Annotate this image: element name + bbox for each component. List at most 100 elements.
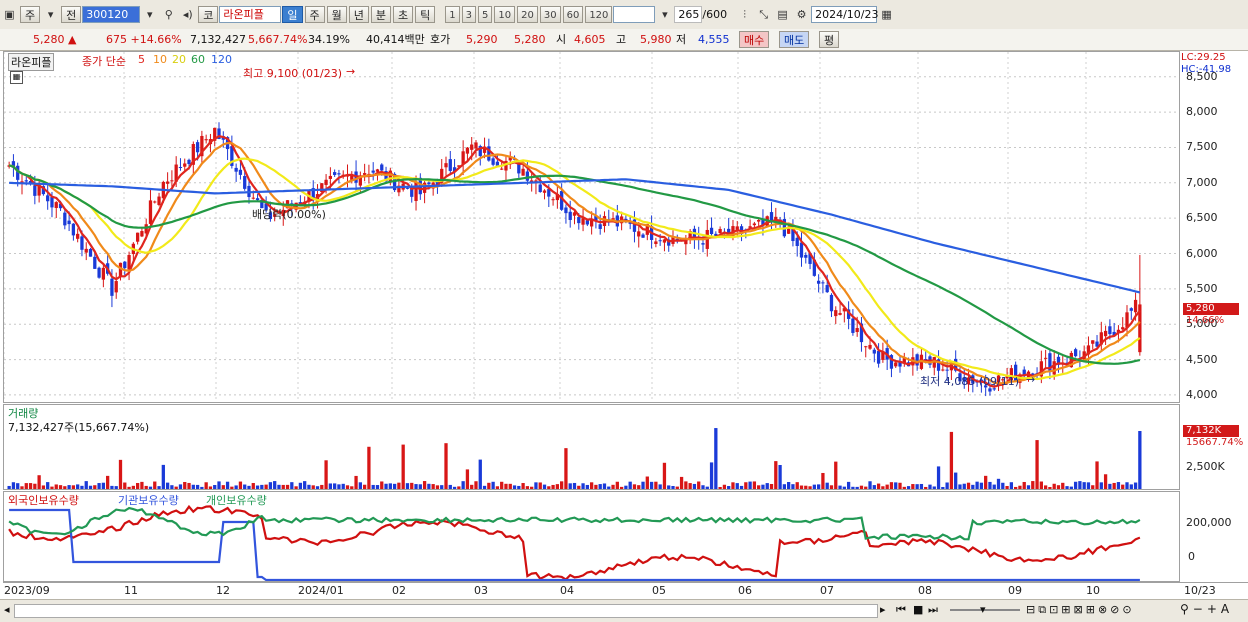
stock-name-field[interactable]: 라온피플 bbox=[219, 6, 282, 23]
volume-bar bbox=[816, 484, 821, 489]
volume-bar bbox=[470, 484, 474, 489]
candle-body bbox=[170, 180, 174, 182]
interval-year[interactable]: 년 bbox=[348, 6, 369, 23]
buy-button[interactable]: 매수 bbox=[739, 31, 770, 48]
step-120[interactable]: 120 bbox=[585, 6, 613, 23]
layout-icon[interactable]: ▣ bbox=[1, 6, 18, 23]
volume-bar bbox=[101, 482, 106, 489]
step-1[interactable]: 1 bbox=[445, 6, 460, 23]
candle-body bbox=[255, 198, 260, 201]
interval-second[interactable]: 초 bbox=[393, 6, 414, 23]
volume-bar bbox=[414, 484, 418, 489]
candle-body bbox=[84, 248, 88, 253]
scroll-track[interactable] bbox=[14, 604, 878, 618]
volume-bar bbox=[846, 481, 851, 489]
step-10[interactable]: 10 bbox=[494, 6, 516, 23]
ma5-legend: 5 bbox=[138, 53, 145, 66]
candle-body bbox=[371, 170, 375, 173]
market-button[interactable]: 코 bbox=[198, 6, 219, 23]
volume-bar bbox=[110, 485, 114, 489]
draw-tool-icon[interactable]: ⤡ bbox=[755, 6, 772, 23]
event-label: 배당락(0.00%) bbox=[252, 208, 326, 221]
candle-body bbox=[577, 217, 581, 224]
volume-bar bbox=[50, 486, 54, 489]
candle-body bbox=[521, 168, 525, 176]
price-chart[interactable] bbox=[4, 52, 1179, 402]
step-30[interactable]: 30 bbox=[539, 6, 561, 23]
volume-bar bbox=[290, 482, 294, 489]
bottom-scrollbar[interactable]: ◂ ▸ ⏮ ■ ⏭ ▾ ⊟⧉⊡⊞⊠⊞⊗⊘⊙ ⚲−+A bbox=[0, 599, 1248, 622]
candle-icon[interactable]: ⫶ bbox=[736, 6, 753, 23]
table-icon[interactable]: ▦ bbox=[10, 71, 23, 84]
sell-button[interactable]: 매도 bbox=[779, 31, 810, 48]
volume-bar bbox=[230, 486, 234, 489]
volume-chart[interactable] bbox=[4, 405, 1179, 489]
drawing-tools-icon[interactable]: ⊟⧉⊡⊞⊠⊞⊗⊘⊙ bbox=[1026, 603, 1135, 617]
candle-body bbox=[178, 166, 183, 168]
volume-bar bbox=[752, 481, 757, 489]
date-label: 02 bbox=[392, 584, 406, 597]
candle-body bbox=[542, 190, 547, 193]
interval-day[interactable]: 일 bbox=[282, 6, 303, 23]
interval-tick[interactable]: 틱 bbox=[415, 6, 436, 23]
custom-step-input[interactable] bbox=[613, 6, 656, 23]
volume-bar bbox=[1018, 485, 1022, 489]
fast-forward-icon[interactable]: ⏭ bbox=[928, 603, 938, 617]
volume-bar bbox=[547, 486, 551, 489]
candle-body bbox=[1052, 361, 1056, 375]
volume-bar bbox=[534, 482, 538, 489]
candle-body bbox=[585, 220, 589, 225]
volume-bar bbox=[876, 483, 881, 489]
volume-bar bbox=[799, 485, 804, 489]
volume-bar bbox=[932, 486, 936, 489]
volume-bar bbox=[247, 485, 251, 489]
volume-bar bbox=[178, 484, 183, 489]
speaker-icon[interactable]: ◂) bbox=[179, 6, 196, 23]
date-label: 11 bbox=[124, 584, 138, 597]
save-icon[interactable]: ▤ bbox=[774, 6, 791, 23]
date-input[interactable]: 2024/10/23 bbox=[811, 6, 879, 23]
holding-chart[interactable] bbox=[4, 492, 1179, 581]
candle-body bbox=[662, 239, 667, 243]
period-type-select[interactable]: 주 bbox=[20, 6, 41, 23]
volume-info: 7,132,427주(15,667.74%) bbox=[8, 421, 150, 434]
volume-bar bbox=[842, 486, 846, 489]
count-input[interactable]: 265 bbox=[674, 6, 703, 23]
candle-body bbox=[598, 224, 602, 229]
rewind-icon[interactable]: ⏮ bbox=[896, 603, 906, 617]
volume-bar bbox=[624, 485, 628, 489]
interval-month[interactable]: 월 bbox=[326, 6, 347, 23]
volume-bar bbox=[958, 484, 962, 489]
gear-icon[interactable]: ⚙ bbox=[793, 6, 810, 23]
scroll-right-icon[interactable]: ▸ bbox=[880, 603, 886, 616]
chevron-down-icon[interactable]: ▾ bbox=[42, 6, 59, 23]
zoom-handle-icon[interactable]: ▾ bbox=[980, 603, 986, 616]
dropdown-icon[interactable]: ▾ bbox=[141, 6, 158, 23]
step-60[interactable]: 60 bbox=[562, 6, 584, 23]
volume-bar bbox=[714, 428, 718, 489]
volume-bar bbox=[984, 475, 988, 489]
prev-button[interactable]: 전 bbox=[61, 6, 82, 23]
calendar-icon[interactable]: ▦ bbox=[878, 6, 895, 23]
step-5[interactable]: 5 bbox=[478, 6, 493, 23]
zoom-controls-icon[interactable]: ⚲−+A bbox=[1180, 602, 1233, 616]
volume-bar bbox=[268, 482, 273, 489]
candle-body bbox=[234, 167, 238, 172]
step-3[interactable]: 3 bbox=[461, 6, 476, 23]
volume-bar bbox=[637, 485, 641, 489]
volume-bar bbox=[457, 486, 461, 489]
candle-body bbox=[63, 212, 67, 226]
eval-button[interactable]: 평 bbox=[819, 31, 840, 48]
interval-week[interactable]: 주 bbox=[304, 6, 325, 23]
stock-code-input[interactable]: 300120 bbox=[82, 6, 141, 23]
stop-icon[interactable]: ■ bbox=[913, 603, 923, 616]
volume-bar bbox=[71, 485, 76, 489]
volume-bar bbox=[97, 483, 101, 489]
interval-minute[interactable]: 분 bbox=[370, 6, 391, 23]
candle-body bbox=[195, 142, 200, 153]
date-label: 06 bbox=[738, 584, 752, 597]
scroll-left-icon[interactable]: ◂ bbox=[4, 603, 10, 616]
step-20[interactable]: 20 bbox=[517, 6, 538, 23]
search-icon[interactable]: ⚲ bbox=[160, 6, 177, 23]
chevron-down-icon[interactable]: ▾ bbox=[656, 6, 673, 23]
